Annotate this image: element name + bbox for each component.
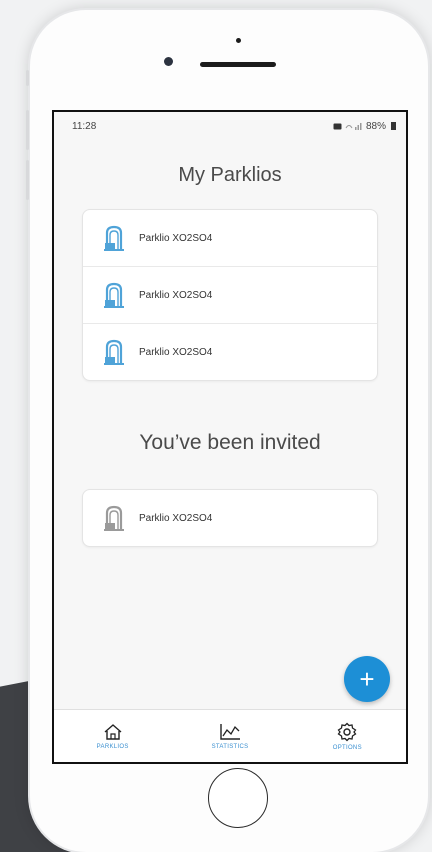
list-item[interactable]: Parklio XO2SO4 — [83, 210, 377, 267]
bottom-navigation: PARKLIOS STATISTICS OPTIONS — [54, 709, 406, 762]
nav-label: PARKLIOS — [96, 743, 129, 750]
invited-title: You’ve been invited — [139, 431, 321, 454]
home-button[interactable] — [208, 768, 268, 828]
list-item-label: Parklio XO2SO4 — [139, 289, 213, 301]
sensor — [236, 38, 241, 43]
parking-barrier-icon — [104, 339, 124, 365]
list-item-label: Parklio XO2SO4 — [139, 232, 213, 244]
list-item[interactable]: Parklio XO2SO4 — [83, 324, 377, 380]
nav-label: OPTIONS — [332, 744, 362, 751]
invited-list: Parklio XO2SO4 — [82, 489, 378, 547]
nav-item-parklios[interactable]: PARKLIOS — [54, 710, 171, 762]
add-parklio-button[interactable]: + — [344, 656, 390, 702]
front-camera — [164, 57, 173, 66]
battery-icon — [391, 122, 396, 130]
earpiece-speaker — [200, 62, 276, 67]
my-parklios-list: Parklio XO2SO4 Parklio XO2SO4 Parklio XO… — [82, 209, 378, 381]
gear-icon — [337, 722, 357, 741]
list-item-label: Parklio XO2SO4 — [139, 346, 213, 358]
side-button — [26, 160, 29, 200]
list-item-label: Parklio XO2SO4 — [139, 512, 213, 524]
list-item[interactable]: Parklio XO2SO4 — [83, 490, 377, 546]
status-bar: 11:28 88% — [54, 112, 406, 140]
nav-item-options[interactable]: OPTIONS — [289, 710, 406, 762]
nav-item-statistics[interactable]: STATISTICS — [171, 710, 288, 762]
nav-label: STATISTICS — [211, 743, 249, 750]
side-button — [26, 70, 29, 86]
status-time: 11:28 — [72, 120, 97, 132]
plus-icon: + — [359, 663, 375, 694]
parking-barrier-icon — [104, 282, 124, 308]
chart-icon — [220, 723, 240, 740]
list-item[interactable]: Parklio XO2SO4 — [83, 267, 377, 324]
home-icon — [104, 723, 122, 740]
parking-barrier-icon — [104, 505, 124, 531]
signal-icon — [345, 123, 362, 130]
battery-percent: 88% — [365, 120, 386, 132]
alarm-icon — [333, 123, 342, 129]
parking-barrier-icon — [104, 225, 124, 251]
side-button — [26, 110, 29, 150]
my-parklios-title: My Parklios — [178, 164, 282, 186]
app-screen: 11:28 88% My Parklios Parklio XO2SO4 Par… — [52, 110, 408, 764]
phone-frame: 11:28 88% My Parklios Parklio XO2SO4 Par… — [26, 10, 428, 852]
status-indicators: 88% — [333, 121, 396, 132]
